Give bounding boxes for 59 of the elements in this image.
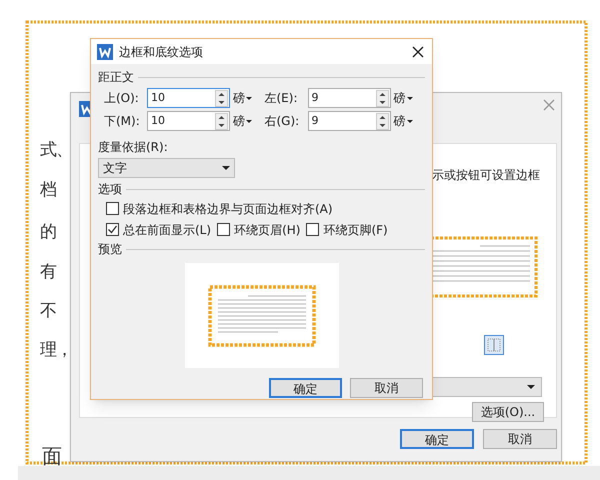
unit-label: 磅	[233, 113, 245, 130]
app-icon	[97, 44, 113, 60]
dialog-button[interactable]: 取消	[350, 378, 423, 398]
group-label: 选项	[98, 181, 122, 198]
table-border-icon	[484, 335, 504, 355]
dialog-button[interactable]: 取消	[483, 429, 557, 449]
spin-field[interactable]: 10	[147, 88, 230, 108]
dialog-title: 边框和底纹选项	[119, 44, 204, 60]
dropdown-arrow-icon	[222, 166, 230, 170]
unit-label: 磅	[394, 113, 406, 130]
options-button[interactable]: 选项(O)...	[472, 402, 544, 422]
checkbox[interactable]	[106, 223, 119, 236]
field-label: 上(O):	[104, 90, 140, 107]
checkbox-label: 环绕页眉(H)	[234, 222, 300, 238]
close-button[interactable]	[410, 44, 426, 60]
document-text: 有	[40, 264, 56, 281]
document-text: 式、	[40, 142, 72, 159]
dropdown-value: 文字	[103, 160, 128, 177]
close-icon	[543, 99, 555, 111]
spinner-icon	[376, 90, 388, 106]
checkbox-label: 环绕页脚(F)	[323, 222, 388, 238]
group-label: 预览	[98, 241, 122, 258]
document-text: 不	[40, 303, 56, 320]
dialog-button[interactable]: 确定	[269, 378, 342, 398]
spinner-icon	[376, 112, 388, 130]
group-label: 距正文	[98, 69, 134, 86]
dropdown-arrow-icon	[527, 385, 535, 389]
checkbox[interactable]	[106, 202, 119, 215]
spinner-icon	[215, 90, 228, 106]
checkbox-label: 总在前面显示(L)	[123, 222, 212, 238]
spin-field[interactable]: 9	[308, 88, 390, 108]
document-text: 理，	[40, 342, 72, 359]
unit-label: 磅	[233, 90, 245, 107]
dialog-button[interactable]: 确定	[400, 429, 474, 449]
unit-label: 磅	[394, 90, 406, 107]
spin-field[interactable]: 10	[147, 111, 230, 131]
dropdown[interactable]: 文字	[98, 158, 235, 178]
checkbox[interactable]	[306, 223, 320, 236]
document-text: 档	[40, 182, 56, 199]
field-value: 9	[310, 112, 320, 129]
field-value: 9	[310, 90, 320, 106]
checkbox-label: 段落边框和表格边界与页面边框对齐(A)	[123, 200, 333, 218]
hint-text: 示或按钮可设置边框	[432, 167, 540, 184]
checkbox[interactable]	[217, 223, 230, 236]
spin-field[interactable]: 9	[308, 111, 390, 131]
field-label: 右(G):	[264, 113, 300, 130]
document-text: 面	[42, 446, 62, 466]
caret-icon	[246, 96, 252, 100]
caret-icon	[246, 120, 252, 122]
field-value: 10	[150, 112, 166, 129]
caret-icon	[406, 96, 412, 100]
spinner-icon	[215, 112, 228, 130]
caret-icon	[406, 120, 412, 122]
field-value: 10	[150, 90, 166, 106]
field-label: 度量依据(R):	[98, 139, 169, 156]
field-label: 左(E):	[264, 90, 298, 107]
field-label: 下(M):	[104, 113, 141, 130]
document-text: 的	[40, 224, 56, 241]
close-icon	[412, 46, 424, 58]
